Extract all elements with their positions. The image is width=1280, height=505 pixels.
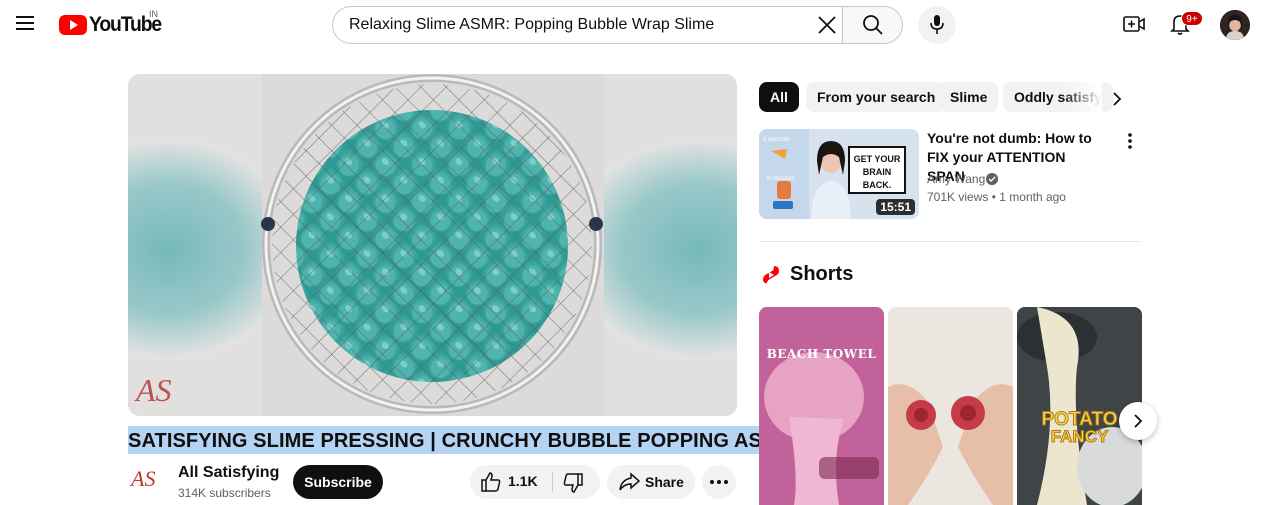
like-button[interactable]: 1.1K xyxy=(470,465,550,499)
svg-text:8 seconds: 8 seconds xyxy=(767,176,794,182)
search-button[interactable] xyxy=(842,6,903,44)
chip-slime[interactable]: Slime xyxy=(939,82,999,112)
short-thumbnail xyxy=(888,307,1013,505)
like-count: 1.1K xyxy=(508,473,538,489)
video-frame xyxy=(128,74,737,416)
thumbs-up-icon xyxy=(481,472,501,492)
menu-icon[interactable] xyxy=(13,12,37,36)
chip-all[interactable]: All xyxy=(759,82,799,112)
duration-badge: 15:51 xyxy=(876,199,915,215)
dislike-button[interactable] xyxy=(554,465,600,499)
subscribe-button[interactable]: Subscribe xyxy=(293,465,383,499)
country-code: IN xyxy=(149,9,158,19)
youtube-play-icon xyxy=(59,15,87,35)
recommendation-views: 701K views xyxy=(927,190,989,204)
thumbs-down-icon xyxy=(563,473,583,493)
short-caption: BEACH TOWEL xyxy=(766,347,877,361)
video-player[interactable]: AS xyxy=(128,74,737,416)
more-icon[interactable] xyxy=(1120,131,1140,151)
recommendation-meta: 701K views • 1 month ago xyxy=(927,190,1066,204)
short-card[interactable] xyxy=(888,307,1013,505)
close-icon[interactable] xyxy=(817,15,837,35)
subscriber-count: 314K subscribers xyxy=(178,486,271,500)
avatar-image xyxy=(1220,10,1250,40)
like-divider xyxy=(552,472,553,492)
create-icon[interactable] xyxy=(1122,12,1146,36)
notification-badge: 9+ xyxy=(1181,11,1203,26)
video-title: SATISFYING SLIME PRESSING | CRUNCHY BUBB… xyxy=(128,426,795,454)
more-actions-button[interactable] xyxy=(702,465,736,499)
channel-avatar-text: AS xyxy=(131,466,156,491)
share-button[interactable]: Share xyxy=(607,465,695,499)
thumb-text-line3: BACK. xyxy=(862,180,892,190)
chip-from-your-search[interactable]: From your search xyxy=(806,82,947,112)
channel-watermark: AS xyxy=(136,372,172,408)
svg-text:9 seconds: 9 seconds xyxy=(763,137,790,143)
search-input[interactable]: Relaxing Slime ASMR: Popping Bubble Wrap… xyxy=(332,6,844,44)
search-query[interactable]: Relaxing Slime ASMR: Popping Bubble Wrap… xyxy=(349,16,714,34)
thumb-text-line2: BRAIN xyxy=(862,167,892,177)
channel-avatar[interactable]: AS xyxy=(128,463,166,501)
share-icon xyxy=(619,472,640,491)
thumb-text-line1: GET YOUR xyxy=(853,154,901,164)
avatar[interactable] xyxy=(1220,10,1250,40)
like-dislike-group: 1.1K xyxy=(470,465,600,499)
chevron-right-icon xyxy=(1134,414,1143,428)
chevron-right-icon[interactable] xyxy=(1104,86,1130,112)
mic-icon xyxy=(930,15,944,34)
recommendation-channel[interactable]: Amy Wang xyxy=(927,172,985,186)
short-card[interactable]: POTATO FANCY xyxy=(1017,307,1142,505)
more-icon xyxy=(710,480,728,484)
channel-name[interactable]: All Satisfying xyxy=(178,464,279,482)
verified-icon xyxy=(986,173,998,185)
short-thumbnail xyxy=(1017,307,1142,505)
masthead: YouTube IN Relaxing Slime ASMR: Popping … xyxy=(0,0,1280,48)
voice-search-button[interactable] xyxy=(918,6,956,44)
share-label: Share xyxy=(645,474,684,490)
shorts-next-button[interactable] xyxy=(1119,402,1157,440)
section-divider xyxy=(759,241,1141,242)
shorts-heading: Shorts xyxy=(790,263,854,285)
short-thumbnail xyxy=(759,307,884,505)
recommendation-thumbnail[interactable]: 9 seconds 8 seconds GET YOUR BRAIN BACK.… xyxy=(759,129,919,219)
shorts-icon xyxy=(763,266,779,284)
recommendation-age: 1 month ago xyxy=(999,190,1066,204)
short-card[interactable]: BEACH TOWEL xyxy=(759,307,884,505)
chips-fade xyxy=(1062,80,1102,114)
search-icon xyxy=(863,15,883,35)
